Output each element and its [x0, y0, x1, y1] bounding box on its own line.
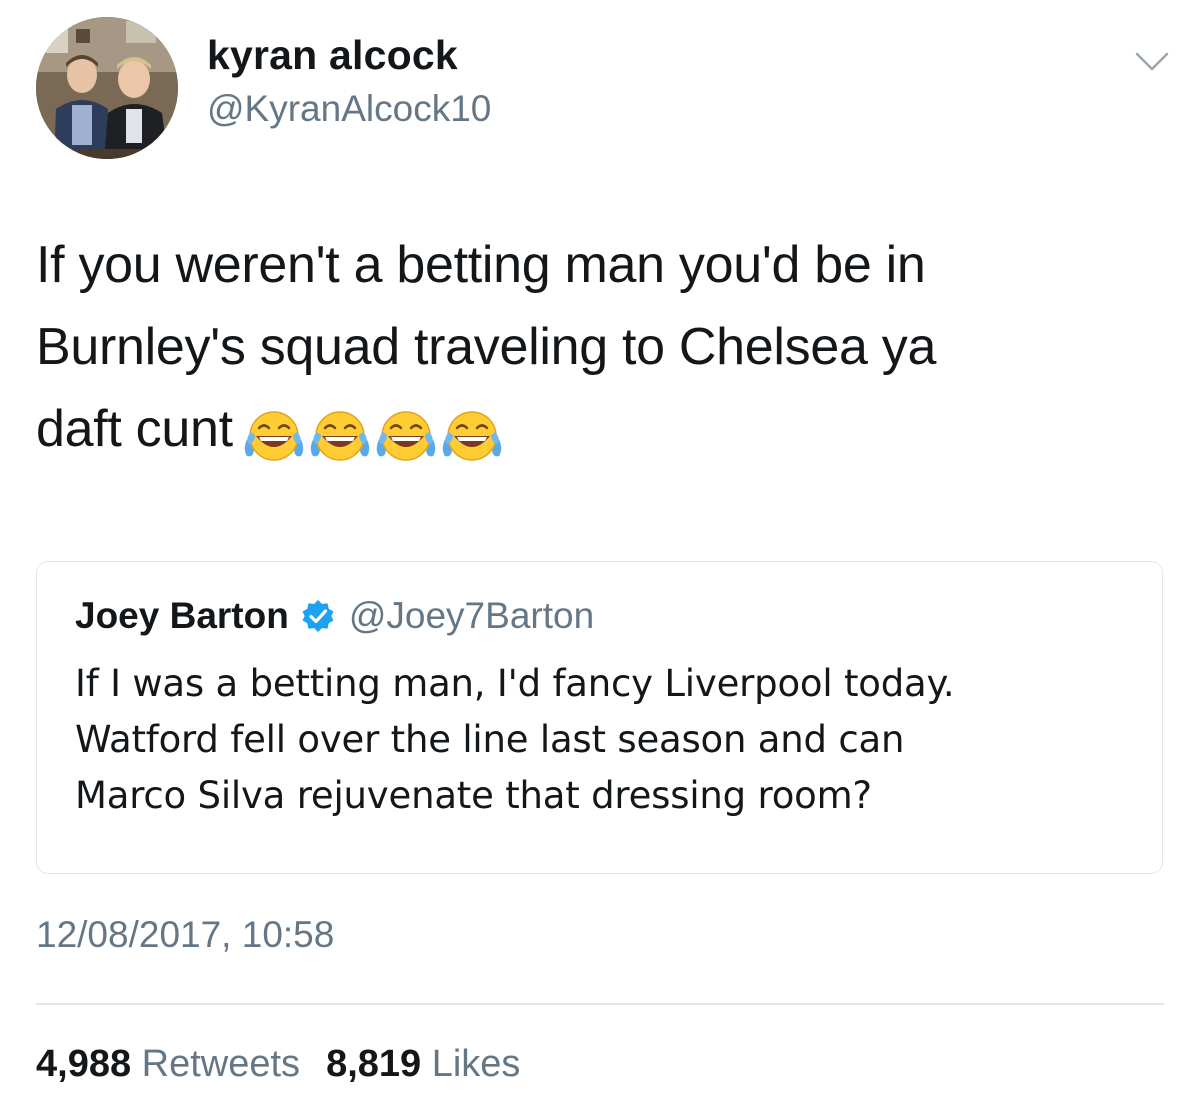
face-with-tears-of-joy-icon [307, 408, 373, 464]
tweet-stats: 4,988 Retweets 8,819 Likes [36, 1043, 520, 1086]
quoted-author-handle: @Joey7Barton [348, 595, 595, 636]
quoted-author-display-name: Joey Barton [75, 595, 289, 636]
author-handle[interactable]: @KyranAlcock10 [207, 88, 491, 130]
tweet-text: If you weren't a betting man you'd be in… [36, 224, 1166, 474]
face-with-tears-of-joy-icon [241, 408, 307, 464]
tweet-text-line-words: daft cunt [36, 400, 233, 458]
likes-count: 8,819 [326, 1043, 422, 1085]
tweet-timestamp[interactable]: 12/08/2017, 10:58 [36, 914, 334, 956]
verified-badge-icon [301, 599, 335, 633]
emoji-row [241, 392, 505, 474]
likes-stat[interactable]: 8,819 Likes [326, 1043, 520, 1085]
quoted-tweet-text-line: Watford fell over the line last season a… [75, 718, 905, 761]
retweets-label: Retweets [141, 1043, 301, 1085]
tweet-text-line: daft cunt [36, 388, 1166, 474]
quoted-tweet-card[interactable]: Joey Barton @Joey7Barton If I was a bett… [36, 561, 1163, 874]
face-with-tears-of-joy-icon [439, 408, 505, 464]
tweet-text-line: Burnley's squad traveling to Chelsea ya [36, 318, 937, 376]
quoted-tweet-text-line: If I was a betting man, I'd fancy Liverp… [75, 662, 955, 705]
retweets-count: 4,988 [36, 1043, 132, 1085]
quoted-tweet-text-line: Marco Silva rejuvenate that dressing roo… [75, 774, 872, 817]
avatar[interactable] [36, 17, 178, 159]
quoted-tweet-text: If I was a betting man, I'd fancy Liverp… [75, 656, 1135, 824]
likes-label: Likes [431, 1043, 521, 1085]
profile-photo-image [36, 17, 178, 159]
tweet-text-line: If you weren't a betting man you'd be in [36, 236, 926, 294]
retweets-stat[interactable]: 4,988 Retweets [36, 1043, 300, 1085]
chevron-down-icon[interactable] [1134, 50, 1170, 74]
divider [36, 1003, 1164, 1005]
author-display-name[interactable]: kyran alcock [207, 32, 458, 79]
quoted-tweet-header: Joey Barton @Joey7Barton [75, 595, 594, 637]
face-with-tears-of-joy-icon [373, 408, 439, 464]
